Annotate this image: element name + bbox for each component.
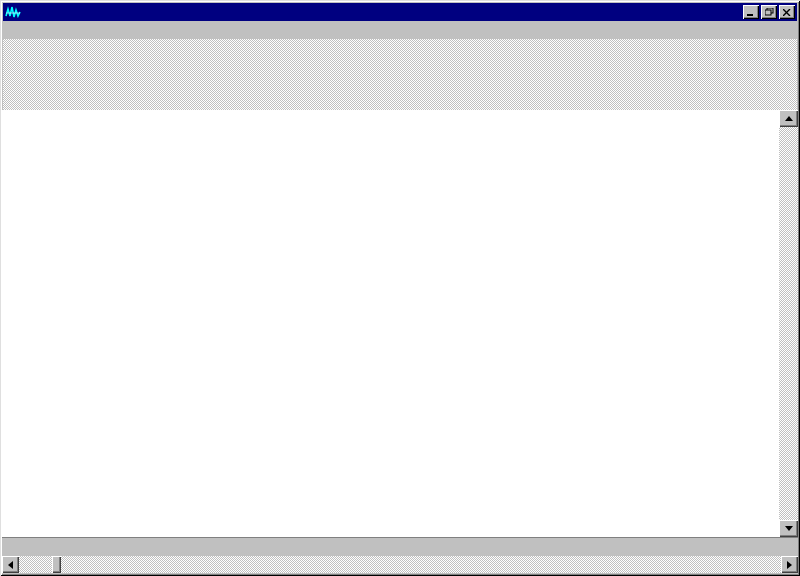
left-arrow-icon <box>8 561 13 569</box>
scroll-left-button[interactable] <box>2 556 19 573</box>
scroll-up-button[interactable] <box>779 110 798 127</box>
waveform-display[interactable] <box>2 110 779 537</box>
up-arrow-icon <box>785 116 793 121</box>
restore-button[interactable] <box>761 5 777 19</box>
minimize-button[interactable] <box>743 5 759 19</box>
vertical-scrollbar[interactable] <box>779 110 798 537</box>
time-ruler <box>2 537 798 556</box>
menu-bar <box>3 22 797 39</box>
title-bar <box>3 3 797 21</box>
right-arrow-icon <box>787 561 792 569</box>
down-arrow-icon <box>785 526 793 531</box>
horizontal-scrollbar[interactable] <box>2 556 798 573</box>
scrollbar-thumb[interactable] <box>52 556 61 573</box>
wave-repair-logo-icon <box>5 5 21 19</box>
waveform-svg[interactable] <box>2 110 779 537</box>
app-window <box>0 0 800 576</box>
scroll-right-button[interactable] <box>781 556 798 573</box>
status-bar <box>3 91 797 110</box>
close-button[interactable] <box>779 5 795 19</box>
scroll-down-button[interactable] <box>779 520 798 537</box>
toolbar <box>3 39 797 91</box>
